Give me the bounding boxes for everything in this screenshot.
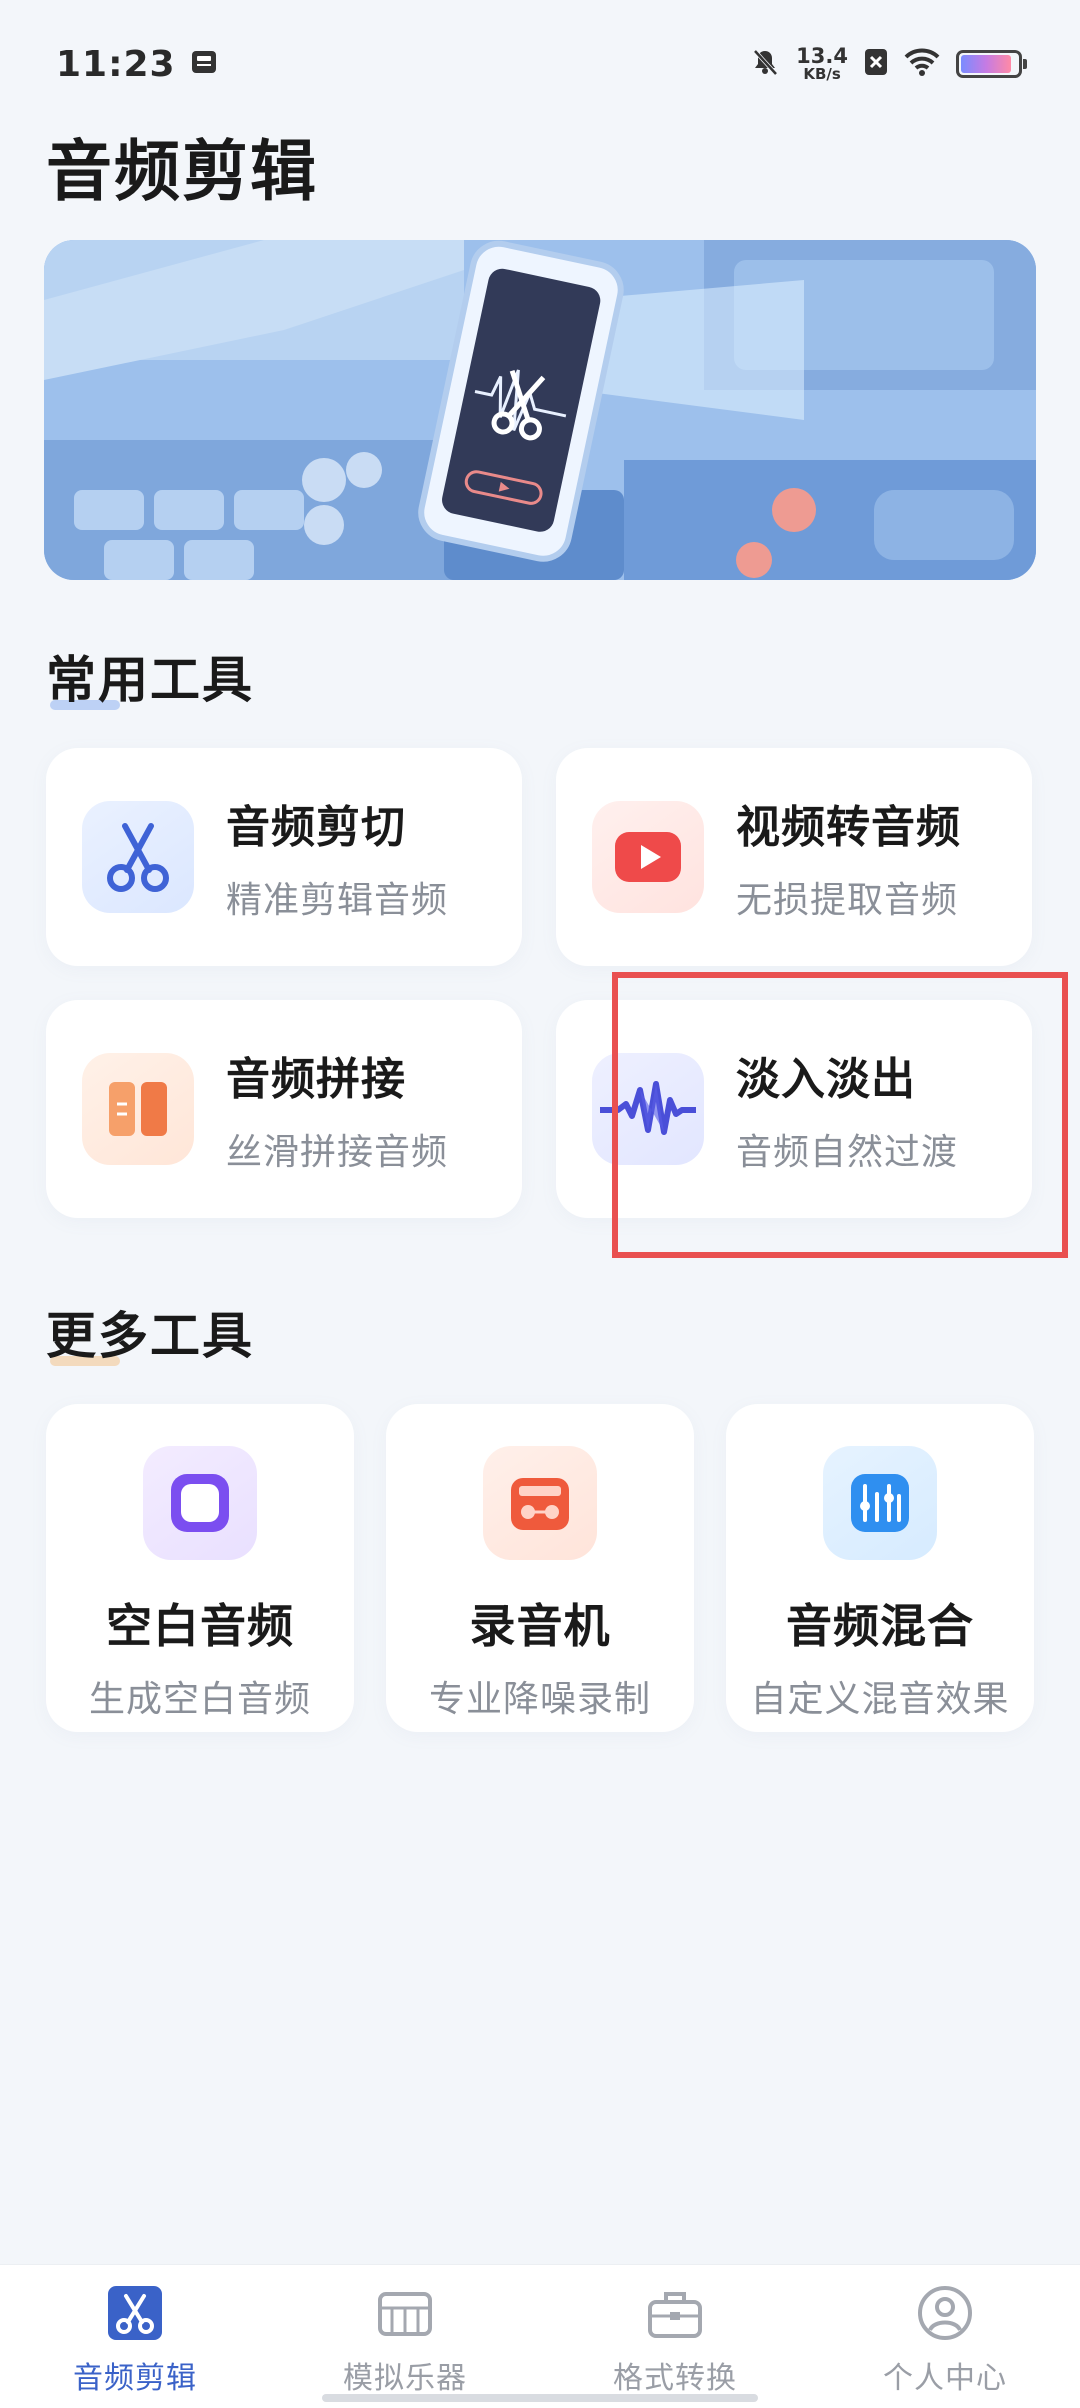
page-title: 音频剪辑 [46, 133, 318, 210]
section-title-common: 常用工具 [46, 640, 254, 712]
tool-card-audio-splice[interactable]: 音频拼接 丝滑拼接音频 [46, 1000, 522, 1218]
mixer-icon [823, 1446, 937, 1560]
battery-level [961, 55, 1012, 73]
tool-title: 音频拼接 [226, 1054, 406, 1105]
tool-subtitle: 无损提取音频 [736, 880, 959, 921]
section-title-more: 更多工具 [46, 1296, 254, 1368]
nav-item-audio-edit[interactable]: 音频剪辑 [0, 2265, 270, 2408]
notification-app-icon [190, 48, 218, 80]
tool-title: 音频混合 [786, 1599, 974, 1653]
nav-item-profile[interactable]: 个人中心 [810, 2265, 1080, 2408]
tool-card-video-to-audio[interactable]: 视频转音频 无损提取音频 [556, 748, 1032, 966]
scissors-icon [105, 2283, 165, 2343]
home-indicator[interactable] [322, 2394, 758, 2402]
scissors-icon [82, 801, 194, 913]
banner-image [44, 240, 1036, 580]
nav-label: 个人中心 [883, 2361, 1007, 2396]
tool-subtitle: 音频自然过渡 [736, 1132, 959, 1173]
nav-item-format-convert[interactable]: 格式转换 [540, 2265, 810, 2408]
mute-bell-icon [750, 47, 780, 81]
tool-card-text: 视频转音频 无损提取音频 [736, 791, 961, 923]
tool-title: 空白音频 [106, 1599, 294, 1653]
tool-card-audio-mix[interactable]: 音频混合 自定义混音效果 [726, 1404, 1034, 1732]
banner-illustration[interactable] [44, 240, 1036, 580]
section-title-more-text: 更多工具 [46, 1307, 254, 1365]
recorder-icon [483, 1446, 597, 1560]
blank-square-icon [143, 1446, 257, 1560]
tool-card-text: 音频拼接 丝滑拼接音频 [226, 1043, 448, 1175]
net-speed-unit: KB/s [803, 65, 841, 83]
video-play-icon [592, 801, 704, 913]
tool-subtitle: 自定义混音效果 [750, 1679, 1010, 1720]
status-bar: 11:23 13.4 KB/s [0, 0, 1080, 128]
sim-off-icon [864, 48, 888, 80]
tool-card-text: 音频剪切 精准剪辑音频 [226, 791, 448, 923]
tool-card-fade-in-out[interactable]: 淡入淡出 音频自然过渡 [556, 1000, 1032, 1218]
tool-title: 视频转音频 [736, 802, 961, 853]
status-left: 11:23 [56, 44, 218, 85]
section-title-common-text: 常用工具 [46, 651, 254, 709]
waveform-icon [592, 1053, 704, 1165]
tool-subtitle: 丝滑拼接音频 [226, 1132, 449, 1173]
splice-icon [82, 1053, 194, 1165]
tool-subtitle: 生成空白音频 [88, 1679, 311, 1720]
bottom-nav: 音频剪辑 模拟乐器 格式转换 个人中心 [0, 2264, 1080, 2408]
network-speed: 13.4 KB/s [796, 46, 848, 82]
tool-card-audio-cut[interactable]: 音频剪切 精准剪辑音频 [46, 748, 522, 966]
status-right: 13.4 KB/s [750, 46, 1027, 82]
tool-subtitle: 专业降噪录制 [428, 1679, 651, 1720]
tool-card-blank-audio[interactable]: 空白音频 生成空白音频 [46, 1404, 354, 1732]
nav-label: 模拟乐器 [343, 2361, 467, 2396]
nav-label: 格式转换 [613, 2361, 737, 2396]
status-time: 11:23 [56, 43, 176, 85]
tool-card-text: 淡入淡出 音频自然过渡 [736, 1043, 958, 1175]
toolbox-icon [645, 2283, 705, 2343]
tool-title: 音频剪切 [226, 802, 406, 853]
wifi-icon [904, 48, 940, 80]
nav-label: 音频剪辑 [73, 2361, 197, 2396]
piano-icon [375, 2283, 435, 2343]
tool-card-recorder[interactable]: 录音机 专业降噪录制 [386, 1404, 694, 1732]
tool-title: 录音机 [469, 1599, 611, 1653]
tool-subtitle: 精准剪辑音频 [226, 880, 449, 921]
battery-icon [956, 50, 1027, 78]
nav-item-instruments[interactable]: 模拟乐器 [270, 2265, 540, 2408]
net-speed-value: 13.4 [796, 44, 848, 68]
user-icon [915, 2283, 975, 2343]
tool-title: 淡入淡出 [736, 1054, 916, 1105]
